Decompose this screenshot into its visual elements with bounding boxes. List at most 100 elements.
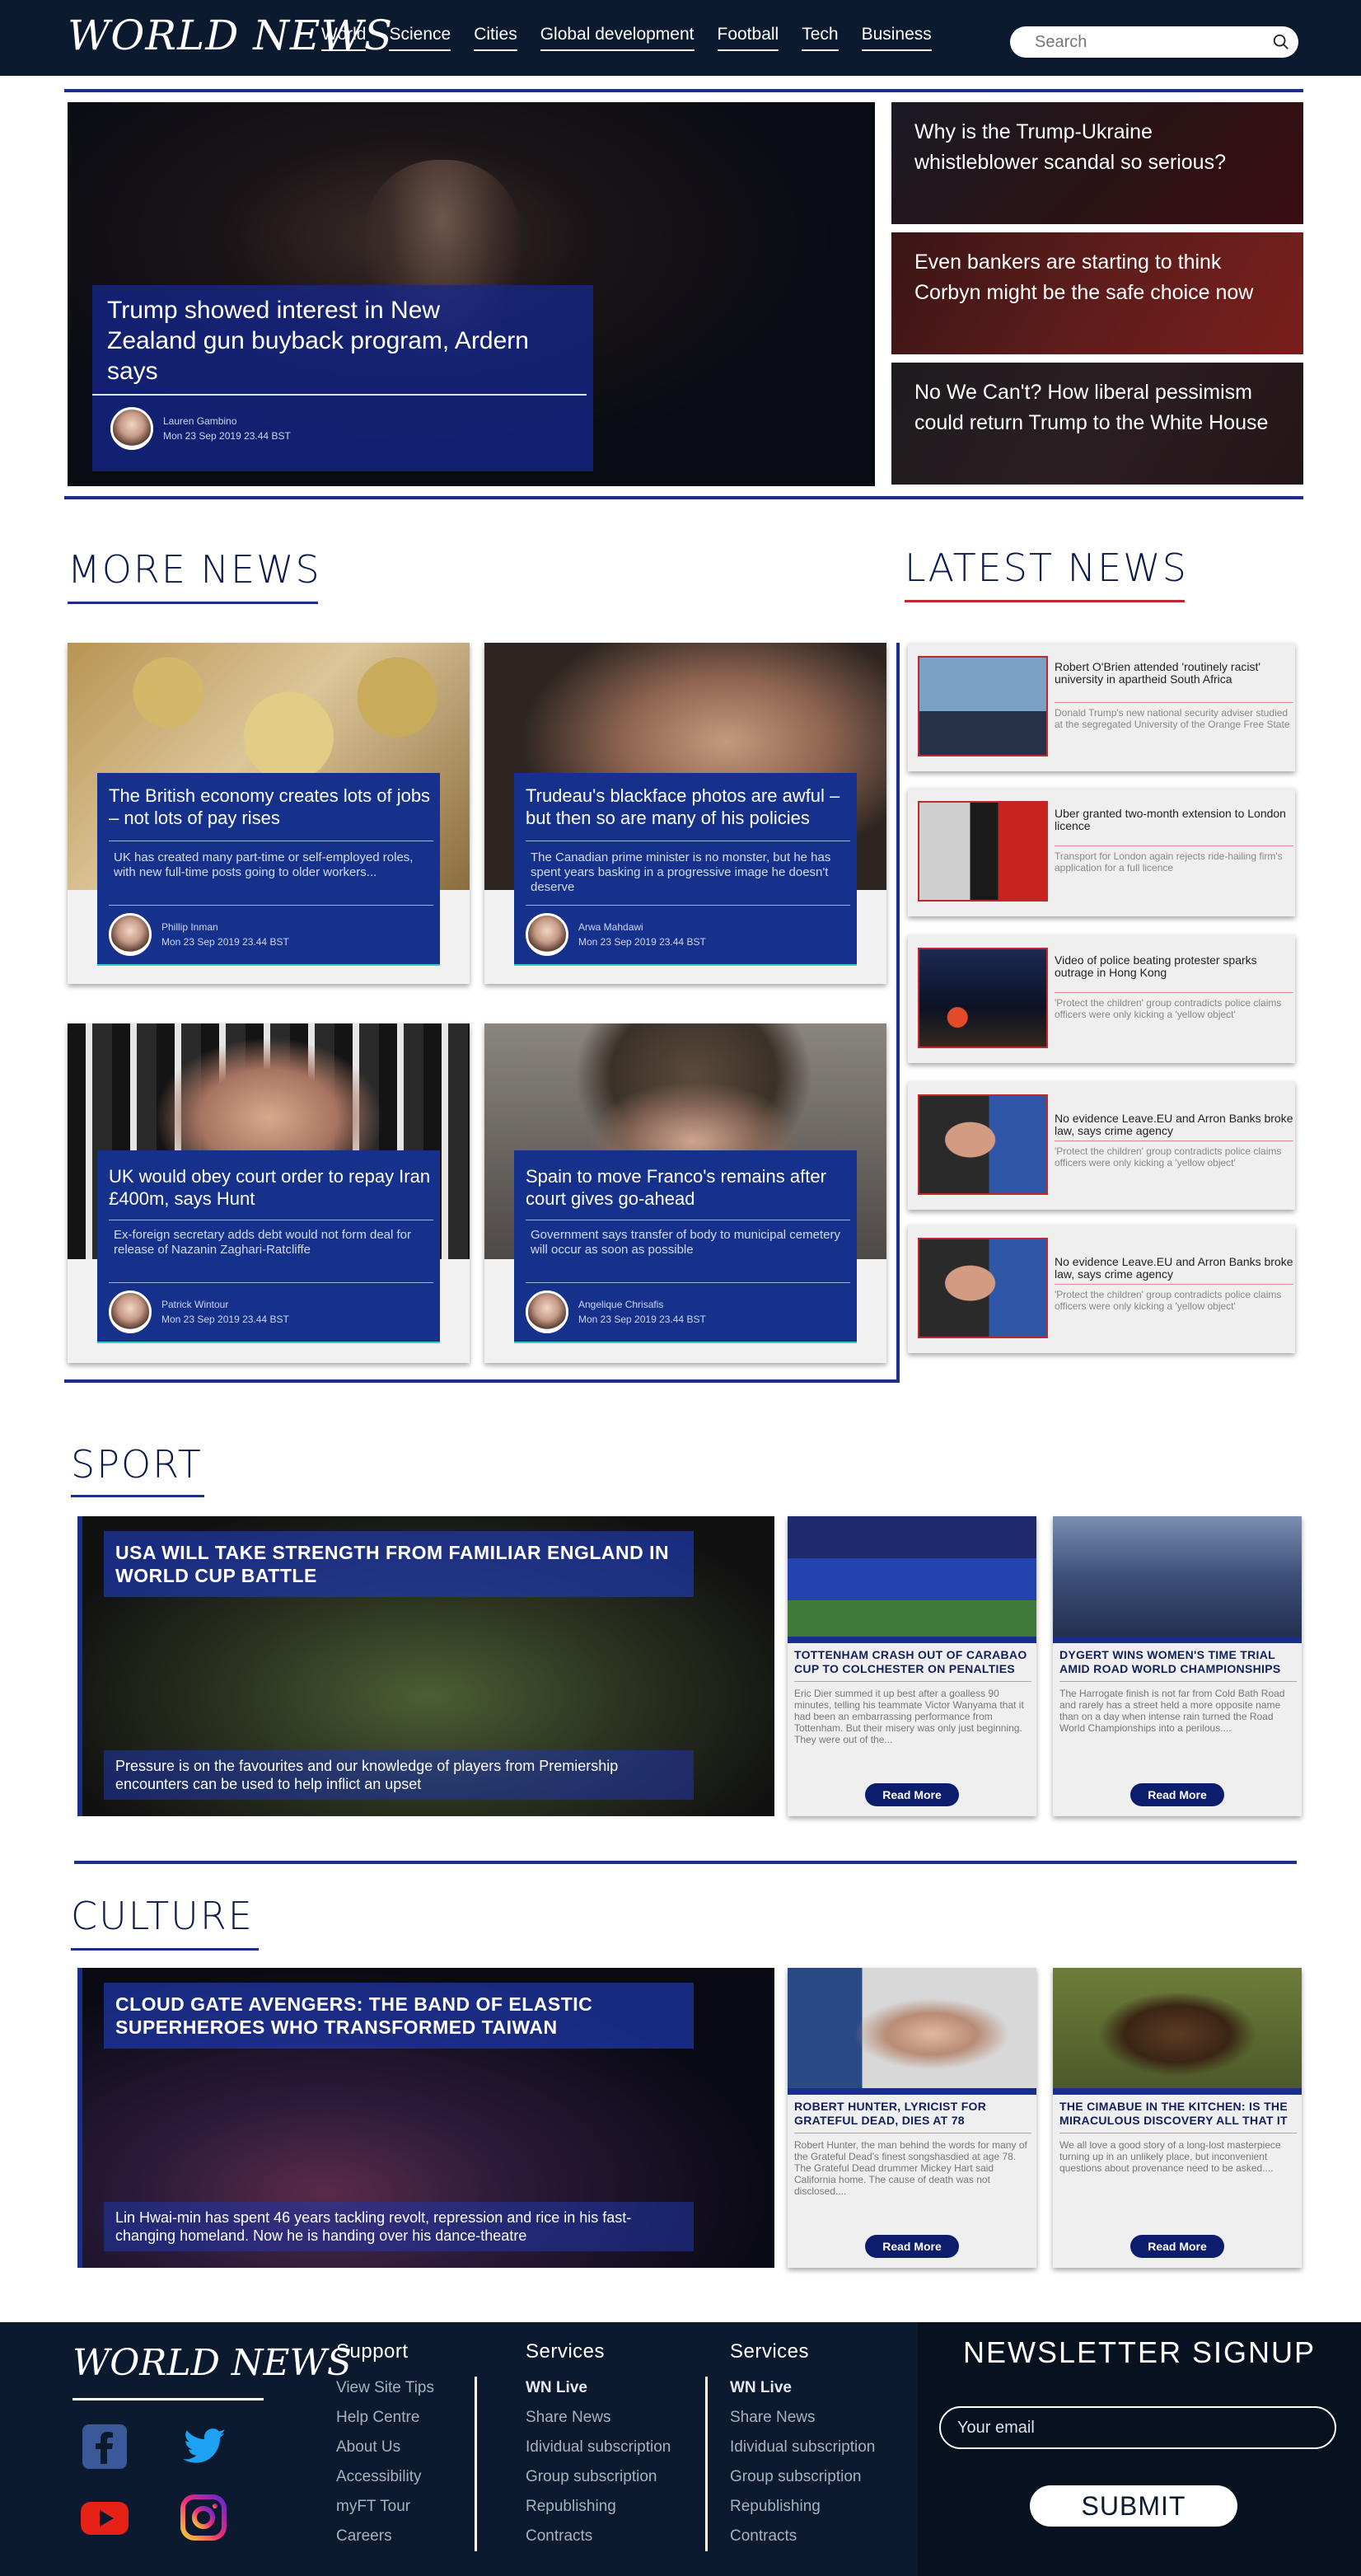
nav-item-cities[interactable]: Cities <box>474 25 517 51</box>
side-story-card[interactable]: No We Can't? How liberal pessimism could… <box>891 363 1303 485</box>
latest-title[interactable]: Uber granted two-month extension to Lond… <box>1055 808 1293 832</box>
sport-card[interactable]: TOTTENHAM CRASH OUT OF CARABAO CUP TO CO… <box>788 1516 1036 1816</box>
search-input[interactable] <box>1035 31 1265 53</box>
read-more-button[interactable]: Read More <box>1130 1783 1224 1806</box>
instagram-icon[interactable] <box>178 2492 229 2543</box>
author-name[interactable]: Arwa Mahdawi <box>578 920 706 934</box>
read-more-button[interactable]: Read More <box>1130 2235 1224 2258</box>
footer-link[interactable]: Republishing <box>730 2492 875 2522</box>
footer-link[interactable]: Group subscription <box>526 2462 671 2492</box>
footer-support-column: Support View Site Tips Help Centre About… <box>336 2340 434 2551</box>
culture-card[interactable]: THE CIMABUE IN THE KITCHEN: IS THE MIRAC… <box>1053 1968 1302 2268</box>
read-more-button[interactable]: Read More <box>865 2235 959 2258</box>
nav-item-global-development[interactable]: Global development <box>540 25 695 51</box>
newsletter-submit-button[interactable]: SUBMIT <box>1030 2485 1237 2527</box>
footer-link[interactable]: Group subscription <box>730 2462 875 2492</box>
culture-feature-title[interactable]: CLOUD GATE AVENGERS: THE BAND OF ELASTIC… <box>104 1983 694 2049</box>
culture-heading: CULTURE <box>71 1894 254 1938</box>
footer-link[interactable]: Accessibility <box>336 2462 434 2492</box>
sport-card[interactable]: DYGERT WINS WOMEN'S TIME TRIAL AMID ROAD… <box>1053 1516 1302 1816</box>
footer-services-column: Services WN Live Share News Idividual su… <box>730 2340 875 2551</box>
footer-link[interactable]: Republishing <box>526 2492 671 2522</box>
footer-logo[interactable]: WORLD NEWS <box>72 2342 352 2384</box>
footer-link[interactable]: WN Live <box>730 2373 875 2403</box>
latest-news-item[interactable]: Robert O'Brien attended 'routinely racis… <box>908 643 1295 771</box>
sport-feature-story[interactable]: USA WILL TAKE STRENGTH FROM FAMILIAR ENG… <box>77 1516 774 1816</box>
side-story-title[interactable]: Even bankers are starting to think Corby… <box>914 247 1277 308</box>
card-title[interactable]: Spain to move Franco's remains after cou… <box>526 1165 850 1210</box>
sport-card-description: The Harrogate finish is not far from Col… <box>1059 1688 1285 1734</box>
avatar <box>526 913 568 956</box>
footer-link[interactable]: Share News <box>526 2403 671 2433</box>
author-name[interactable]: Phillip Inman <box>161 920 289 934</box>
footer-link[interactable]: Help Centre <box>336 2403 434 2433</box>
latest-divider <box>1055 845 1293 846</box>
news-card[interactable]: The British economy creates lots of jobs… <box>68 643 470 984</box>
nav-item-world[interactable]: World <box>321 25 367 51</box>
card-title[interactable]: Trudeau's blackface photos are awful – b… <box>526 785 850 829</box>
more-news-bottom-border <box>64 1379 900 1383</box>
footer-link[interactable]: Contracts <box>730 2522 875 2551</box>
sport-card-title[interactable]: DYGERT WINS WOMEN'S TIME TRIAL AMID ROAD… <box>1059 1648 1297 1676</box>
sport-feature-title[interactable]: USA WILL TAKE STRENGTH FROM FAMILIAR ENG… <box>104 1531 694 1597</box>
footer-link[interactable]: Contracts <box>526 2522 671 2551</box>
sport-card-title[interactable]: TOTTENHAM CRASH OUT OF CARABAO CUP TO CO… <box>794 1648 1031 1676</box>
news-card[interactable]: Spain to move Franco's remains after cou… <box>484 1023 886 1363</box>
latest-news-item[interactable]: No evidence Leave.EU and Arron Banks bro… <box>908 1081 1295 1210</box>
side-story-card[interactable]: Even bankers are starting to think Corby… <box>891 232 1303 354</box>
facebook-icon[interactable] <box>79 2421 130 2472</box>
search-icon[interactable] <box>1272 33 1290 51</box>
culture-card[interactable]: ROBERT HUNTER, LYRICIST FOR GRATEFUL DEA… <box>788 1968 1036 2268</box>
latest-divider <box>1055 992 1293 993</box>
latest-title[interactable]: No evidence Leave.EU and Arron Banks bro… <box>1055 1112 1293 1137</box>
footer-link[interactable]: Idividual subscription <box>526 2433 671 2462</box>
card-author: Angelique Chrisafis Mon 23 Sep 2019 23.44… <box>526 1290 706 1333</box>
footer-link[interactable]: View Site Tips <box>336 2373 434 2403</box>
culture-card-description: Robert Hunter, the man behind the words … <box>794 2139 1027 2197</box>
latest-news-item[interactable]: No evidence Leave.EU and Arron Banks bro… <box>908 1225 1295 1353</box>
nav-item-science[interactable]: Science <box>389 25 451 51</box>
card-divider <box>526 1282 850 1283</box>
author-name[interactable]: Lauren Gambino <box>163 414 291 429</box>
author-name[interactable]: Angelique Chrisafis <box>578 1297 706 1312</box>
card-author: Phillip Inman Mon 23 Sep 2019 23.44 BST <box>109 913 289 956</box>
news-card[interactable]: Trudeau's blackface photos are awful – b… <box>484 643 886 984</box>
latest-thumbnail <box>918 801 1048 902</box>
card-divider <box>794 1681 1031 1682</box>
card-accent-bar <box>1053 1637 1302 1643</box>
twitter-icon[interactable] <box>178 2421 229 2472</box>
latest-title[interactable]: Robert O'Brien attended 'routinely racis… <box>1055 661 1293 686</box>
footer-link[interactable]: Idividual subscription <box>730 2433 875 2462</box>
hero-story[interactable]: Trump showed interest in New Zealand gun… <box>68 102 875 486</box>
search-box <box>1010 26 1298 58</box>
latest-news-item[interactable]: Video of police beating protester sparks… <box>908 934 1295 1063</box>
author-name[interactable]: Patrick Wintour <box>161 1297 289 1312</box>
card-divider <box>526 905 850 906</box>
footer-link[interactable]: Share News <box>730 2403 875 2433</box>
footer-link[interactable]: myFT Tour <box>336 2492 434 2522</box>
card-title[interactable]: UK would obey court order to repay Iran … <box>109 1165 433 1210</box>
latest-title[interactable]: No evidence Leave.EU and Arron Banks bro… <box>1055 1256 1293 1281</box>
side-story-title[interactable]: No We Can't? How liberal pessimism could… <box>914 377 1277 438</box>
avatar <box>526 1290 568 1333</box>
hero-title[interactable]: Trump showed interest in New Zealand gun… <box>107 295 536 386</box>
card-title[interactable]: The British economy creates lots of jobs… <box>109 785 433 829</box>
latest-news-item[interactable]: Uber granted two-month extension to Lond… <box>908 788 1295 916</box>
footer-link[interactable]: WN Live <box>526 2373 671 2403</box>
side-story-title[interactable]: Why is the Trump-Ukraine whistleblower s… <box>914 117 1277 178</box>
culture-card-title[interactable]: ROBERT HUNTER, LYRICIST FOR GRATEFUL DEA… <box>794 2100 1031 2128</box>
culture-feature-story[interactable]: CLOUD GATE AVENGERS: THE BAND OF ELASTIC… <box>77 1968 774 2268</box>
latest-thumbnail <box>918 656 1048 756</box>
culture-card-title[interactable]: THE CIMABUE IN THE KITCHEN: IS THE MIRAC… <box>1059 2100 1297 2128</box>
youtube-icon[interactable] <box>79 2492 130 2543</box>
newsletter-email-input[interactable] <box>939 2406 1336 2449</box>
read-more-button[interactable]: Read More <box>865 1783 959 1806</box>
side-story-card[interactable]: Why is the Trump-Ukraine whistleblower s… <box>891 102 1303 224</box>
latest-title[interactable]: Video of police beating protester sparks… <box>1055 954 1293 979</box>
footer-link[interactable]: Careers <box>336 2522 434 2551</box>
news-card[interactable]: UK would obey court order to repay Iran … <box>68 1023 470 1363</box>
nav-item-business[interactable]: Business <box>861 25 932 51</box>
nav-item-tech[interactable]: Tech <box>802 25 839 51</box>
nav-item-football[interactable]: Football <box>717 25 779 51</box>
footer-link[interactable]: About Us <box>336 2433 434 2462</box>
